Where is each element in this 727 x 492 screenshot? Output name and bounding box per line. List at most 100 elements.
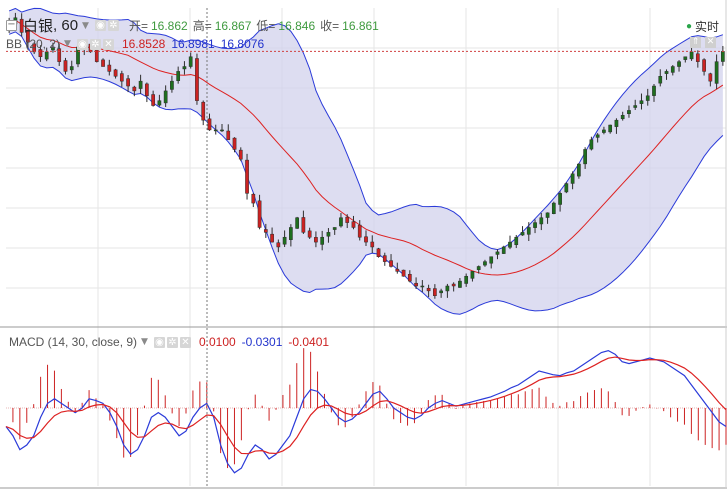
settings-icon[interactable]: ✲ <box>89 38 101 50</box>
candle-body <box>201 101 206 121</box>
open-value: 16.862 <box>150 18 188 33</box>
main-legend: − 白银 , 60 ▼ ◉ ✲ 开= 16.862 高= 16.867 低= 1… <box>6 15 379 36</box>
candle-body <box>433 288 437 296</box>
candle-body <box>589 139 594 150</box>
close-label: 收= <box>320 19 340 33</box>
candle-body <box>639 100 644 104</box>
candle-body <box>63 60 68 72</box>
bb-label: BB (20, 2) <box>6 37 61 51</box>
candle-body <box>652 85 656 96</box>
eye-icon[interactable]: ◉ <box>76 38 88 50</box>
candle-body <box>295 217 299 229</box>
candle-body <box>602 129 606 133</box>
low-label: 低= <box>256 19 276 33</box>
candle-body <box>520 232 525 236</box>
candle-body <box>245 159 249 194</box>
bb-upper-value: 16.8981 <box>171 37 215 51</box>
candle-body <box>289 227 293 240</box>
close-value: 16.861 <box>342 18 379 33</box>
candlestick <box>245 153 249 200</box>
close-icon[interactable]: ✕ <box>179 336 191 348</box>
macd-signal-value: -0.0401 <box>288 335 330 349</box>
candle-body <box>314 237 318 243</box>
candle-body <box>69 66 74 71</box>
candle-body <box>251 193 256 204</box>
candle-body <box>263 229 268 233</box>
candlestick <box>295 216 299 229</box>
candle-body <box>195 58 199 101</box>
candle-body <box>339 217 343 227</box>
candle-body <box>683 56 688 60</box>
interval-value: 60 <box>61 17 79 34</box>
bb-mid-value: 16.8528 <box>121 37 166 51</box>
candle-body <box>658 76 663 84</box>
low-value: 16.846 <box>278 18 316 33</box>
candle-body <box>107 64 112 72</box>
candle-body <box>119 73 124 82</box>
candlestick <box>401 269 406 277</box>
candle-body <box>670 66 675 73</box>
candle-body <box>307 230 312 238</box>
candle-body <box>645 95 650 101</box>
candle-body <box>44 51 49 60</box>
chevron-down-icon[interactable]: ▼ <box>82 21 89 31</box>
candle-body <box>714 61 719 84</box>
chart-container[interactable]: − 白银 , 60 ▼ ◉ ✲ 开= 16.862 高= 16.867 低= 1… <box>0 0 727 489</box>
candle-body <box>608 124 613 133</box>
symbol-separator: , <box>53 17 62 34</box>
candle-body <box>476 266 481 270</box>
candle-body <box>633 105 638 108</box>
candle-body <box>132 86 137 92</box>
eye-icon[interactable]: ◉ <box>94 20 106 31</box>
close-icon[interactable]: ✕ <box>102 38 114 50</box>
candle-body <box>389 260 393 267</box>
candle-body <box>238 149 243 160</box>
candle-body <box>113 69 118 77</box>
candle-body <box>151 94 155 106</box>
candle-body <box>551 202 556 214</box>
realtime-indicator[interactable]: ● 实时 <box>686 18 719 35</box>
candlestick <box>376 247 381 258</box>
candle-body <box>495 251 500 255</box>
candle-body <box>345 216 350 223</box>
chart-canvas[interactable] <box>0 0 727 489</box>
macd-label: MACD (14, 30, close, 9) <box>9 335 138 349</box>
candle-body <box>545 212 550 218</box>
collapse-icon[interactable]: − <box>6 20 17 31</box>
candle-body <box>558 193 562 205</box>
settings-icon[interactable]: ✲ <box>166 336 178 348</box>
candle-body <box>451 283 456 287</box>
candle-body <box>257 200 262 228</box>
move-up-icon[interactable]: ⇑ <box>690 37 701 48</box>
candle-body <box>270 233 274 243</box>
candle-body <box>138 80 143 89</box>
candle-body <box>276 242 281 248</box>
bb-legend: BB (20, 2) ▼ ◉ ✲ ✕ 16.8528 16.8981 16.80… <box>6 37 264 51</box>
candle-body <box>570 173 575 184</box>
candle-body <box>695 53 700 62</box>
candle-body <box>188 56 193 67</box>
eye-icon[interactable]: ◉ <box>153 336 165 348</box>
candle-body <box>583 149 587 165</box>
candle-body <box>426 287 431 292</box>
chevron-down-icon[interactable]: ▼ <box>64 39 71 49</box>
candle-body <box>163 90 168 104</box>
candle-body <box>464 275 469 284</box>
candle-body <box>489 256 494 264</box>
close-icon[interactable]: ✕ <box>705 37 716 48</box>
candle-body <box>395 268 400 272</box>
candle-body <box>664 71 669 74</box>
candle-body <box>501 246 506 254</box>
candle-body <box>689 51 694 60</box>
chevron-down-icon[interactable]: ▼ <box>141 337 148 347</box>
candle-body <box>126 78 130 87</box>
candle-body <box>326 232 331 237</box>
macd-hist-value: 0.0100 <box>198 335 236 349</box>
candle-body <box>101 59 105 67</box>
candle-body <box>677 61 681 67</box>
candle-body <box>332 227 337 230</box>
candle-body <box>170 80 174 90</box>
realtime-label: 实时 <box>694 20 719 34</box>
macd-legend: MACD (14, 30, close, 9) ▼ ◉ ✲ ✕ 0.0100 -… <box>9 335 329 349</box>
settings-icon[interactable]: ✲ <box>107 20 119 31</box>
